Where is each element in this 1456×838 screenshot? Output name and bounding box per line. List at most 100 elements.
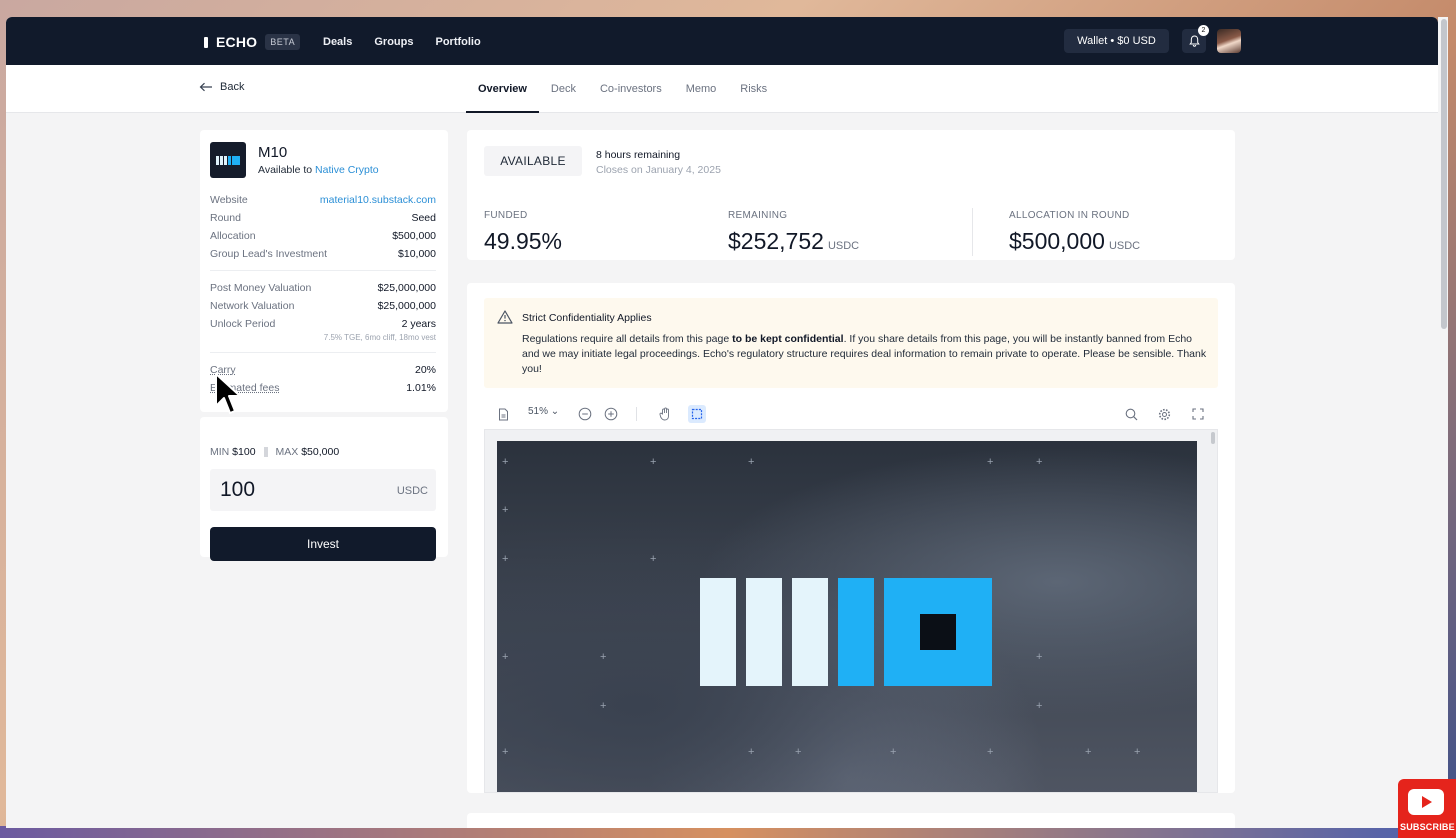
tab-risks[interactable]: Risks bbox=[728, 65, 779, 113]
nav-link-deals[interactable]: Deals bbox=[323, 36, 352, 48]
main-nav: Deals Groups Portfolio bbox=[323, 36, 481, 48]
deck-slide-image: + + + + + + + + + + + + + + + + + + + + bbox=[497, 441, 1197, 792]
tab-overview[interactable]: Overview bbox=[466, 65, 539, 113]
time-remaining: 8 hours remaining bbox=[596, 149, 681, 161]
deal-tabs: Overview Deck Co-investors Memo Risks bbox=[466, 65, 779, 113]
warning-title: Strict Confidentiality Applies bbox=[522, 312, 652, 324]
divider bbox=[210, 352, 436, 353]
detail-row-unlock-period: Unlock Period 2 years bbox=[210, 318, 436, 330]
warning-body: Regulations require all details from thi… bbox=[522, 333, 1207, 375]
document-icon[interactable] bbox=[494, 405, 512, 423]
pdf-viewer[interactable]: + + + + + + + + + + + + + + + + + + + + bbox=[484, 429, 1218, 793]
amount-currency: USDC bbox=[396, 485, 428, 497]
zoom-level-select[interactable]: 51% ⌄ bbox=[528, 406, 559, 417]
beta-badge: BETA bbox=[265, 34, 301, 50]
viewer-scrollbar[interactable] bbox=[1209, 430, 1215, 792]
wallet-button[interactable]: Wallet • $0 USD bbox=[1064, 29, 1169, 53]
warning-icon bbox=[497, 310, 513, 324]
m10-wordmark bbox=[700, 578, 992, 686]
funded-label: FUNDED bbox=[484, 210, 528, 221]
min-max-limits: MIN $100 MAX $50,000 bbox=[210, 446, 339, 458]
divider bbox=[210, 270, 436, 271]
detail-row-lead-investment: Group Lead's Investment $10,000 bbox=[210, 248, 436, 260]
invest-card: MIN $100 MAX $50,000 100 USDC Invest bbox=[200, 417, 448, 561]
invest-button[interactable]: Invest bbox=[210, 527, 436, 561]
detail-label: Group Lead's Investment bbox=[210, 248, 327, 260]
mouse-cursor-icon bbox=[215, 373, 241, 414]
allocation-value: $500,000 USDC bbox=[1009, 228, 1141, 254]
unlock-note: 7.5% TGE, 6mo cliff, 18mo vest bbox=[323, 333, 436, 342]
company-name: M10 bbox=[258, 144, 288, 161]
fullscreen-icon[interactable] bbox=[1189, 405, 1207, 423]
top-navbar: ECHO BETA Deals Groups Portfolio Wallet … bbox=[6, 17, 1438, 65]
gear-icon[interactable] bbox=[1155, 405, 1173, 423]
funded-value: 49.95% bbox=[484, 228, 563, 254]
remaining-label: REMAINING bbox=[728, 210, 788, 221]
chevron-down-icon: ⌄ bbox=[550, 406, 560, 417]
company-logo bbox=[210, 142, 246, 178]
deck-card: Strict Confidentiality Applies Regulatio… bbox=[467, 283, 1235, 793]
arrow-left-icon bbox=[199, 82, 212, 92]
deal-status-card: AVAILABLE 8 hours remaining Closes on Ja… bbox=[467, 130, 1235, 260]
detail-value: $25,000,000 bbox=[377, 300, 436, 312]
close-date: Closes on January 4, 2025 bbox=[596, 164, 721, 176]
tab-co-investors[interactable]: Co-investors bbox=[588, 65, 674, 113]
detail-label: Round bbox=[210, 212, 241, 224]
search-icon[interactable] bbox=[1122, 405, 1140, 423]
hand-tool-icon[interactable] bbox=[656, 405, 674, 423]
user-avatar[interactable] bbox=[1217, 29, 1241, 53]
detail-value: Seed bbox=[411, 212, 436, 224]
min-limit: MIN $100 bbox=[210, 446, 256, 458]
zoom-out-icon[interactable] bbox=[576, 405, 594, 423]
detail-row-network-valuation: Network Valuation $25,000,000 bbox=[210, 300, 436, 312]
nav-link-portfolio[interactable]: Portfolio bbox=[435, 36, 480, 48]
detail-value: $500,000 bbox=[392, 230, 436, 242]
logo-text: ECHO bbox=[216, 34, 258, 50]
website-link[interactable]: material10.substack.com bbox=[320, 194, 436, 206]
detail-value: $25,000,000 bbox=[377, 282, 436, 294]
browser-window: ECHO BETA Deals Groups Portfolio Wallet … bbox=[6, 17, 1438, 828]
logo-mark-icon bbox=[204, 36, 208, 48]
detail-row-allocation: Allocation $500,000 bbox=[210, 230, 436, 242]
notification-count-badge: 2 bbox=[1198, 25, 1209, 36]
youtube-play-icon bbox=[1408, 789, 1444, 815]
detail-label: Post Money Valuation bbox=[210, 282, 312, 294]
group-link[interactable]: Native Crypto bbox=[315, 164, 379, 176]
bell-icon bbox=[1188, 35, 1200, 47]
deal-details-card: M10 Available to Native Crypto Website m… bbox=[200, 130, 448, 412]
max-limit: MAX $50,000 bbox=[275, 446, 340, 458]
detail-row-round: Round Seed bbox=[210, 212, 436, 224]
zoom-in-icon[interactable] bbox=[602, 405, 620, 423]
detail-row-website: Website material10.substack.com bbox=[210, 194, 436, 206]
availability-badge: AVAILABLE bbox=[484, 146, 582, 176]
tab-memo[interactable]: Memo bbox=[674, 65, 729, 113]
echo-logo[interactable]: ECHO BETA bbox=[204, 34, 301, 50]
confidentiality-warning: Strict Confidentiality Applies Regulatio… bbox=[484, 298, 1218, 388]
nav-link-groups[interactable]: Groups bbox=[374, 36, 413, 48]
youtube-subscribe-overlay[interactable]: SUBSCRIBE bbox=[1398, 779, 1456, 838]
detail-label: Unlock Period bbox=[210, 318, 276, 330]
availability-prefix: Available to bbox=[258, 164, 313, 176]
detail-label: Network Valuation bbox=[210, 300, 295, 312]
back-button[interactable]: Back bbox=[199, 81, 244, 93]
remaining-value: $252,752 USDC bbox=[728, 228, 860, 254]
tab-deck[interactable]: Deck bbox=[539, 65, 588, 113]
detail-value: 2 years bbox=[401, 318, 436, 330]
allocation-label: ALLOCATION IN ROUND bbox=[1009, 210, 1130, 221]
detail-value: 1.01% bbox=[406, 382, 436, 394]
investment-amount-input[interactable]: 100 USDC bbox=[210, 469, 436, 511]
detail-row-fees: Estimated fees 1.01% bbox=[210, 382, 436, 394]
detail-row-carry: Carry 20% bbox=[210, 364, 436, 376]
amount-value: 100 bbox=[220, 478, 256, 501]
deal-subnav: Back Overview Deck Co-investors Memo Ris… bbox=[6, 65, 1438, 113]
detail-label: Allocation bbox=[210, 230, 256, 242]
next-card bbox=[467, 813, 1235, 828]
detail-label: Website bbox=[210, 194, 248, 206]
toolbar-separator bbox=[636, 407, 637, 421]
divider bbox=[972, 208, 973, 256]
separator bbox=[263, 447, 268, 457]
detail-row-post-money: Post Money Valuation $25,000,000 bbox=[210, 282, 436, 294]
selection-tool-icon[interactable] bbox=[688, 405, 706, 423]
page-scrollbar[interactable] bbox=[1438, 17, 1448, 828]
detail-value: $10,000 bbox=[398, 248, 436, 260]
